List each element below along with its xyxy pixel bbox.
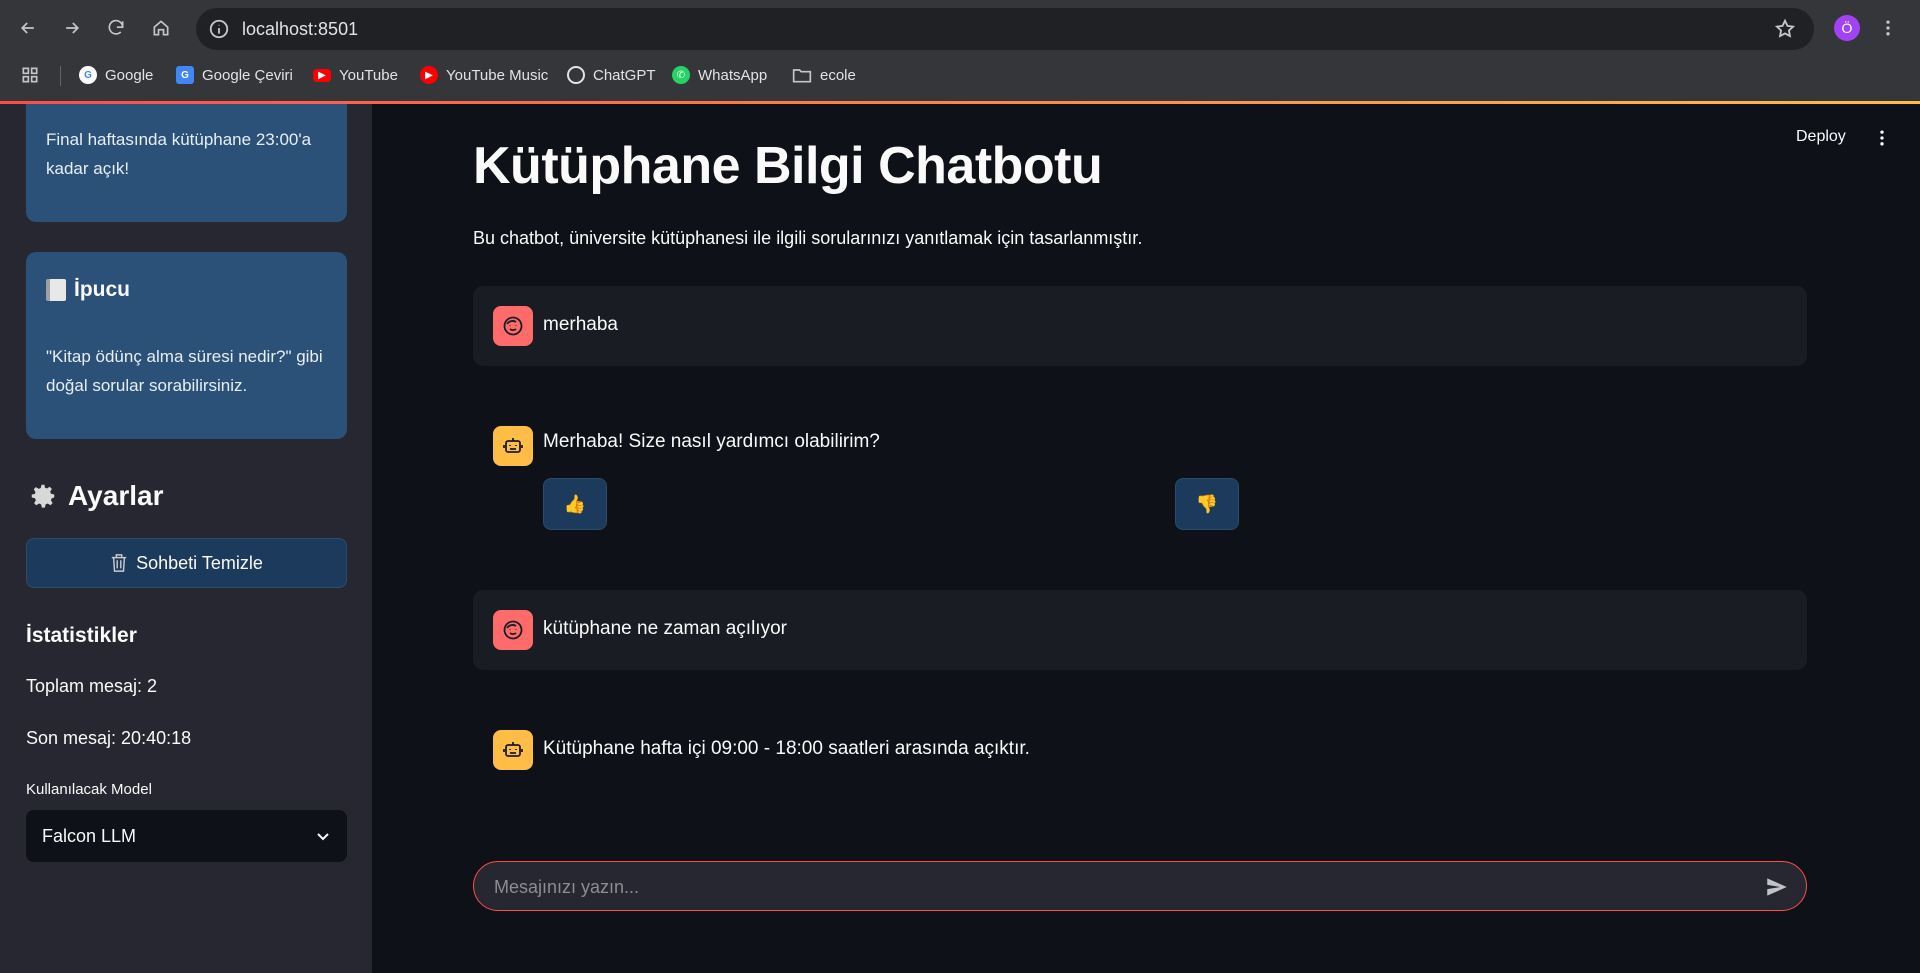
bookmark-whatsapp[interactable]: ✆ WhatsApp [672, 63, 767, 87]
bookmark-youtube[interactable]: ▶ YouTube [313, 63, 398, 87]
bot-avatar-icon [493, 730, 533, 770]
trash-icon [111, 554, 127, 572]
bookmark-google[interactable]: G Google [79, 63, 153, 87]
site-info-icon[interactable] [208, 18, 230, 40]
chatgpt-icon [567, 66, 585, 84]
notice-card: Final haftasında kütüphane 23:00'a kadar… [26, 104, 347, 222]
bookmarks-divider [60, 66, 61, 86]
last-message-time: Son mesaj: 20:40:18 [26, 728, 192, 748]
bookmark-youtube-music[interactable]: ▶ YouTube Music [420, 63, 548, 87]
sidebar: Final haftasında kütüphane 23:00'a kadar… [0, 104, 372, 973]
chat-message-assistant: Kütüphane hafta içi 09:00 - 18:00 saatle… [473, 712, 1807, 788]
notice-text: Final haftasında kütüphane 23:00'a kadar… [46, 130, 312, 178]
address-bar[interactable]: localhost:8501 [196, 8, 1814, 50]
whatsapp-icon: ✆ [672, 66, 690, 84]
thumbs-up-button[interactable]: 👍 [543, 478, 607, 530]
send-icon[interactable] [1764, 874, 1790, 900]
browser-toolbar: localhost:8501 Ö [0, 0, 1920, 56]
settings-title: Ayarlar [68, 480, 164, 511]
bookmark-label: Google Çeviri [202, 66, 293, 84]
thumbs-up-icon: 👍 [563, 493, 587, 514]
google-translate-icon: G [176, 66, 194, 84]
browser-menu-icon[interactable] [1876, 16, 1900, 40]
tip-title: İpucu [46, 278, 130, 302]
book-icon [46, 279, 66, 301]
youtube-icon: ▶ [313, 68, 331, 82]
google-icon: G [79, 66, 97, 84]
bookmark-label: WhatsApp [698, 66, 768, 84]
user-avatar-icon [493, 306, 533, 346]
browser-chrome: localhost:8501 Ö G Google G Google Çevir… [0, 0, 1920, 102]
user-avatar-icon [493, 610, 533, 650]
chat-message-assistant: Merhaba! Size nasıl yardımcı olabilirim?… [473, 408, 1807, 538]
forward-icon[interactable] [58, 14, 86, 42]
bookmark-star-icon[interactable] [1774, 18, 1796, 40]
thumbs-down-button[interactable]: 👎 [1175, 478, 1239, 530]
bookmark-label: ecole [820, 66, 856, 84]
page-title: Kütüphane Bilgi Chatbotu [473, 137, 1103, 195]
page-subtitle: Bu chatbot, üniversite kütüphanesi ile i… [473, 228, 1143, 248]
chat-message-user: kütüphane ne zaman açılıyor [473, 590, 1807, 670]
bookmark-google-translate[interactable]: G Google Çeviri [176, 63, 293, 87]
home-icon[interactable] [147, 14, 175, 42]
message-text: Kütüphane hafta içi 09:00 - 18:00 saatle… [543, 738, 1030, 759]
bookmark-ecole[interactable]: ecole [792, 63, 856, 87]
bookmark-label: Google [105, 66, 154, 84]
bookmark-label: YouTube [339, 66, 398, 84]
reload-icon[interactable] [102, 14, 130, 42]
bookmark-label: ChatGPT [593, 66, 656, 84]
tip-text: "Kitap ödünç alma süresi nedir?" gibi do… [46, 347, 323, 395]
thumbs-down-icon: 👎 [1195, 493, 1219, 514]
model-label: Kullanılacak Model [26, 781, 152, 798]
tip-card: İpucu "Kitap ödünç alma süresi nedir?" g… [26, 252, 347, 439]
total-messages: Toplam mesaj: 2 [26, 676, 158, 696]
bookmarks-bar: G Google G Google Çeviri ▶ YouTube ▶ You… [0, 58, 1920, 92]
youtube-music-icon: ▶ [420, 66, 438, 84]
clear-chat-label: Sohbeti Temizle [136, 552, 263, 573]
message-text: merhaba [543, 314, 618, 335]
chat-message-user: merhaba [473, 286, 1807, 366]
tip-title-text: İpucu [74, 278, 130, 301]
settings-heading: Ayarlar [28, 480, 163, 512]
back-icon[interactable] [14, 14, 42, 42]
clear-chat-button[interactable]: Sohbeti Temizle [26, 538, 347, 588]
message-text: kütüphane ne zaman açılıyor [543, 618, 787, 639]
bookmark-label: YouTube Music [446, 66, 549, 84]
model-select[interactable]: Falcon LLM [26, 810, 347, 862]
main-menu-icon[interactable] [1870, 126, 1894, 150]
chat-input-container [473, 861, 1807, 912]
chat-input[interactable] [492, 862, 1746, 912]
folder-icon [792, 69, 812, 83]
profile-avatar[interactable]: Ö [1834, 15, 1860, 41]
url-text: localhost:8501 [242, 19, 359, 39]
gear-icon [31, 484, 55, 508]
message-text: Merhaba! Size nasıl yardımcı olabilirim? [543, 431, 880, 452]
bot-avatar-icon [493, 426, 533, 466]
bookmark-chatgpt[interactable]: ChatGPT [567, 63, 656, 87]
deploy-button[interactable]: Deploy [1796, 128, 1846, 146]
apps-grid-icon[interactable] [20, 65, 40, 85]
chevron-down-icon [317, 833, 329, 841]
model-selected-value: Falcon LLM [42, 825, 137, 846]
stats-heading: İstatistikler [26, 624, 137, 647]
